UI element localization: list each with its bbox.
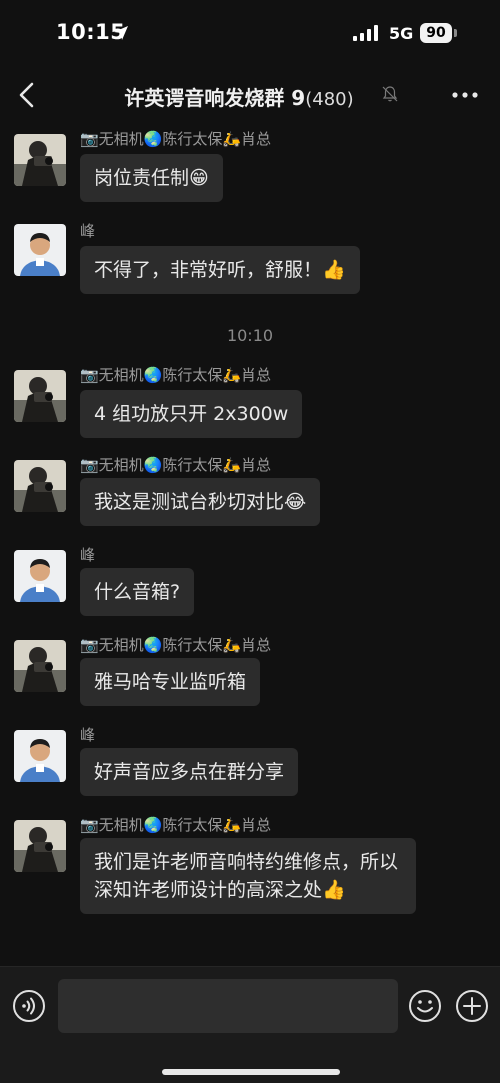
network-label: 5G [389,24,414,43]
photographer-avatar-icon [14,460,66,512]
voice-icon[interactable] [12,989,46,1023]
sender-name: 📷无相机🌏陈行太保🛵肖总 [80,130,272,148]
chat-header: 许英谔音响发烧群 9(480) [0,66,500,124]
status-bar: 10:15 5G 90 [0,0,500,66]
input-bar [0,966,500,1083]
location-arrow-icon [114,26,128,40]
avatar[interactable] [14,730,66,782]
message-bubble[interactable]: 4 组功放只开 2x300w [80,390,303,438]
sender-name: 📷无相机🌏陈行太保🛵肖总 [80,636,272,654]
chat-title: 许英谔音响发烧群 9(480) [0,82,500,111]
timestamp: 10:10 [226,326,274,345]
sender-name: 峰 [80,726,96,744]
sender-name: 峰 [80,222,96,240]
photographer-avatar-icon [14,820,66,872]
sender-name: 峰 [80,546,96,564]
battery-indicator: 90 [420,23,452,43]
message-bubble[interactable]: 我这是测试台秒切对比😂 [80,478,321,526]
avatar[interactable] [14,550,66,602]
smiley-icon[interactable] [408,989,442,1023]
message-bubble[interactable]: 好声音应多点在群分享 [80,748,299,796]
message-input[interactable] [58,979,398,1033]
message-bubble[interactable]: 雅马哈专业监听箱 [80,658,261,706]
photographer-avatar-icon [14,370,66,422]
avatar[interactable] [14,640,66,692]
sender-name: 📷无相机🌏陈行太保🛵肖总 [80,366,272,384]
avatar[interactable] [14,370,66,422]
member-count: (480) [305,89,354,110]
man-avatar-icon [14,550,66,602]
more-dots-icon[interactable] [450,80,480,110]
man-avatar-icon [14,730,66,782]
sender-name: 📷无相机🌏陈行太保🛵肖总 [80,456,272,474]
home-indicator [162,1069,340,1075]
avatar[interactable] [14,460,66,512]
group-name: 许英谔音响发烧群 9 [124,86,306,110]
photographer-avatar-icon [14,640,66,692]
message-list[interactable]: 📷无相机🌏陈行太保🛵肖总 岗位责任制😁 峰 不得了，非常好听，舒服！👍 10:1… [0,124,500,966]
message-bubble[interactable]: 不得了，非常好听，舒服！👍 [80,246,360,294]
photographer-avatar-icon [14,134,66,186]
avatar[interactable] [14,224,66,276]
signal-icon [353,25,378,41]
bell-off-icon [382,86,398,102]
message-bubble[interactable]: 岗位责任制😁 [80,154,223,202]
man-avatar-icon [14,224,66,276]
avatar[interactable] [14,820,66,872]
sender-name: 📷无相机🌏陈行太保🛵肖总 [80,816,272,834]
plus-icon[interactable] [455,989,489,1023]
battery-nub [454,29,457,37]
message-bubble[interactable]: 我们是许老师音响特约维修点，所以深知许老师设计的高深之处👍 [80,838,416,914]
message-bubble[interactable]: 什么音箱? [80,568,195,616]
avatar[interactable] [14,134,66,186]
